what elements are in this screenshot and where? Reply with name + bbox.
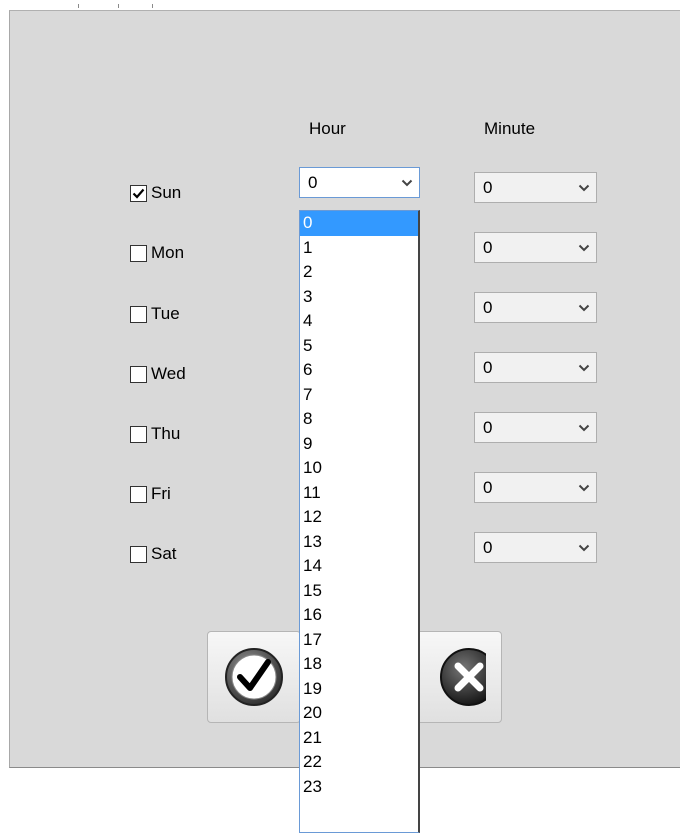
day-label: Wed xyxy=(151,364,186,383)
hour-option[interactable]: 6 xyxy=(300,358,418,383)
combo-value: 0 xyxy=(483,177,493,197)
hour-option[interactable]: 1 xyxy=(300,236,418,261)
chevron-down-icon[interactable] xyxy=(572,184,596,192)
hour-option[interactable]: 8 xyxy=(300,407,418,432)
hour-option[interactable]: 3 xyxy=(300,285,418,310)
minute-combo-mon[interactable]: 0 xyxy=(474,232,597,263)
hour-option[interactable]: 23 xyxy=(300,775,418,800)
thu-checkbox[interactable] xyxy=(130,425,147,443)
hour-option[interactable]: 2 xyxy=(300,260,418,285)
day-label: Fri xyxy=(151,484,171,503)
combo-value: 0 xyxy=(483,477,493,497)
chevron-down-icon[interactable] xyxy=(395,179,419,187)
day-row-mon[interactable]: Mon xyxy=(130,243,184,263)
sun-checkbox[interactable] xyxy=(130,184,147,202)
hour-option[interactable]: 5 xyxy=(300,334,418,359)
hour-option[interactable]: 9 xyxy=(300,432,418,457)
combo-value: 0 xyxy=(483,297,493,317)
divider xyxy=(78,4,79,8)
day-label: Tue xyxy=(151,304,180,323)
minute-combo-sun[interactable]: 0 xyxy=(474,172,597,203)
close-circle-icon xyxy=(440,648,486,706)
hour-option[interactable]: 21 xyxy=(300,726,418,751)
cancel-button[interactable] xyxy=(408,631,502,723)
day-row-fri[interactable]: Fri xyxy=(130,484,171,504)
hour-option[interactable]: 14 xyxy=(300,554,418,579)
hour-option[interactable]: 22 xyxy=(300,750,418,775)
hour-option[interactable]: 18 xyxy=(300,652,418,677)
minute-combo-sat[interactable]: 0 xyxy=(474,532,597,563)
wed-checkbox[interactable] xyxy=(130,365,147,383)
combo-value: 0 xyxy=(483,537,493,557)
ok-button[interactable] xyxy=(207,631,301,723)
mon-checkbox[interactable] xyxy=(130,244,147,262)
sat-checkbox[interactable] xyxy=(130,545,147,563)
day-label: Sat xyxy=(151,544,177,563)
combo-value: 0 xyxy=(483,417,493,437)
hour-option[interactable]: 17 xyxy=(300,628,418,653)
minute-combo-tue[interactable]: 0 xyxy=(474,292,597,323)
hour-option[interactable]: 11 xyxy=(300,481,418,506)
day-row-tue[interactable]: Tue xyxy=(130,304,180,324)
top-strip xyxy=(0,0,680,10)
day-label: Sun xyxy=(151,183,182,202)
chevron-down-icon[interactable] xyxy=(572,304,596,312)
tue-checkbox[interactable] xyxy=(130,305,147,323)
hour-option[interactable]: 12 xyxy=(300,505,418,530)
hour-option[interactable]: 0 xyxy=(300,211,418,236)
chevron-down-icon[interactable] xyxy=(572,244,596,252)
hour-header: Hour xyxy=(309,119,346,138)
day-row-sat[interactable]: Sat xyxy=(130,544,177,564)
fri-checkbox[interactable] xyxy=(130,485,147,503)
minute-combo-thu[interactable]: 0 xyxy=(474,412,597,443)
combo-value: 0 xyxy=(308,172,318,192)
combo-value: 0 xyxy=(483,357,493,377)
day-row-thu[interactable]: Thu xyxy=(130,424,180,444)
minute-combo-fri[interactable]: 0 xyxy=(474,472,597,503)
day-row-sun[interactable]: Sun xyxy=(130,183,181,203)
chevron-down-icon[interactable] xyxy=(572,544,596,552)
minute-header: Minute xyxy=(484,119,536,138)
combo-value: 0 xyxy=(483,237,493,257)
divider xyxy=(152,4,153,8)
hour-option[interactable]: 16 xyxy=(300,603,418,628)
hour-option[interactable]: 10 xyxy=(300,456,418,481)
chevron-down-icon[interactable] xyxy=(572,424,596,432)
minute-combo-wed[interactable]: 0 xyxy=(474,352,597,383)
hour-option[interactable]: 19 xyxy=(300,677,418,702)
hour-dropdown-list[interactable]: 0 1 2 3 4 5 6 7 8 9 10 11 12 13 14 15 16 17 18 19 20 21 22 23 xyxy=(299,210,420,833)
day-row-wed[interactable]: Wed xyxy=(130,364,186,384)
hour-option[interactable]: 20 xyxy=(300,701,418,726)
hour-option[interactable]: 4 xyxy=(300,309,418,334)
day-label: Thu xyxy=(151,424,181,443)
check-icon xyxy=(132,188,145,199)
chevron-down-icon[interactable] xyxy=(572,364,596,372)
hour-option[interactable]: 15 xyxy=(300,579,418,604)
chevron-down-icon[interactable] xyxy=(572,484,596,492)
checkmark-circle-icon xyxy=(225,648,283,706)
hour-combo-sun[interactable]: 0 xyxy=(299,167,420,198)
hour-option[interactable]: 7 xyxy=(300,383,418,408)
divider xyxy=(118,4,119,8)
hour-option[interactable]: 13 xyxy=(300,530,418,555)
day-label: Mon xyxy=(151,243,185,262)
